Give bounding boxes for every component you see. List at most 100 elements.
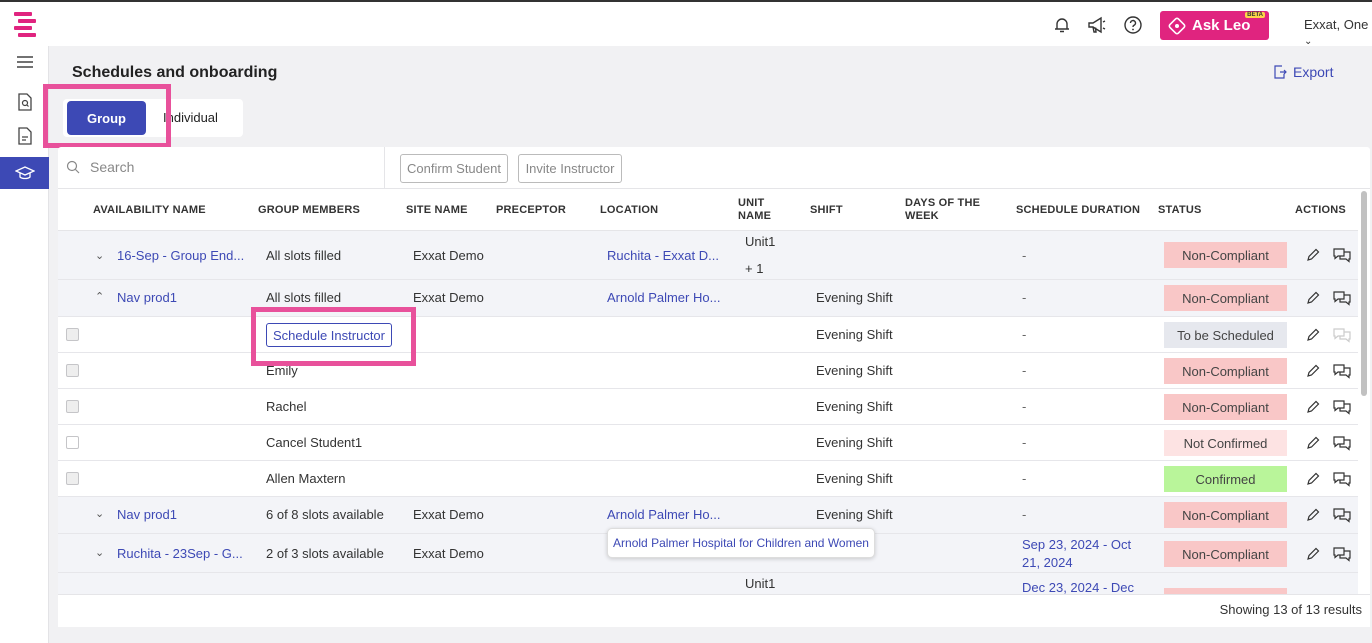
unit-name: Unit1 xyxy=(745,234,776,249)
table-row[interactable]: ⌄ 16-Sep - Group End... All slots filled… xyxy=(58,231,1358,280)
comments-icon[interactable] xyxy=(1333,434,1351,452)
edit-icon[interactable] xyxy=(1304,470,1322,488)
table-row[interactable]: Rachel Evening Shift - Non-Compliant xyxy=(58,389,1358,425)
schedule-duration: - xyxy=(1022,363,1027,378)
status-badge: Non-Compliant xyxy=(1164,242,1287,268)
table-footer: Showing 13 of 13 results xyxy=(58,594,1370,627)
edit-icon[interactable] xyxy=(1304,398,1322,416)
shift: Evening Shift xyxy=(816,327,893,342)
schedule-duration: - xyxy=(1022,435,1027,450)
shift: Evening Shift xyxy=(816,471,893,486)
col-preceptor[interactable]: PRECEPTOR xyxy=(496,204,566,217)
col-site-name[interactable]: SITE NAME xyxy=(406,204,468,217)
sidebar xyxy=(0,46,49,643)
megaphone-icon[interactable] xyxy=(1087,15,1107,35)
confirm-student-button[interactable]: Confirm Student xyxy=(400,154,508,183)
table-row[interactable]: Unit1 Dec 23, 2024 - Dec xyxy=(58,573,1358,594)
highlight-box-schedule-instructor xyxy=(251,307,416,366)
search-input[interactable]: Search xyxy=(66,159,134,175)
status-badge: Non-Compliant xyxy=(1164,285,1287,311)
chevron-down-icon[interactable]: ⌄ xyxy=(95,507,104,520)
comments-icon[interactable] xyxy=(1333,545,1351,563)
chevron-down-icon[interactable]: ⌄ xyxy=(95,546,104,559)
comments-icon[interactable] xyxy=(1333,246,1351,264)
edit-icon[interactable] xyxy=(1304,289,1322,307)
edit-icon[interactable] xyxy=(1304,545,1322,563)
status-badge: Non-Compliant xyxy=(1164,394,1287,420)
col-availability-name[interactable]: AVAILABILITY NAME xyxy=(93,204,206,217)
table-scrollbar[interactable] xyxy=(1361,191,1367,396)
col-shift[interactable]: SHIFT xyxy=(810,204,843,217)
ask-leo-label: Ask Leo xyxy=(1192,17,1251,34)
comments-icon[interactable] xyxy=(1333,398,1351,416)
shift: Evening Shift xyxy=(816,399,893,414)
comments-icon[interactable] xyxy=(1333,362,1351,380)
col-unit-name[interactable]: UNIT NAME xyxy=(738,197,771,223)
row-checkbox[interactable] xyxy=(66,328,79,341)
site-name: Exxat Demo xyxy=(413,546,484,561)
edit-icon[interactable] xyxy=(1304,506,1322,524)
document-search-icon[interactable] xyxy=(0,86,49,118)
help-icon[interactable] xyxy=(1123,15,1143,35)
table-row[interactable]: Allen Maxtern Evening Shift - Confirmed xyxy=(58,461,1358,497)
edit-icon[interactable] xyxy=(1304,246,1322,264)
edit-icon[interactable] xyxy=(1304,362,1322,380)
group-members: 2 of 3 slots available xyxy=(266,546,384,561)
exxat-logo[interactable] xyxy=(10,10,40,40)
col-days-line1: DAYS OF THE xyxy=(905,197,981,209)
shift: Evening Shift xyxy=(816,435,893,450)
site-name: Exxat Demo xyxy=(413,248,484,263)
group-members: 6 of 8 slots available xyxy=(266,507,384,522)
schedule-duration: - xyxy=(1022,290,1027,305)
results-count: Showing 13 of 13 results xyxy=(1219,602,1362,617)
invite-instructor-button[interactable]: Invite Instructor xyxy=(518,154,622,183)
unit-more[interactable]: + 1 xyxy=(745,261,763,276)
col-location[interactable]: LOCATION xyxy=(600,204,658,217)
document-icon[interactable] xyxy=(0,120,49,152)
user-menu[interactable]: Exxat, One ⌄ xyxy=(1304,17,1372,47)
availability-name-link[interactable]: Nav prod1 xyxy=(117,290,177,305)
row-checkbox[interactable] xyxy=(66,400,79,413)
chevron-down-icon[interactable]: ⌄ xyxy=(95,249,104,262)
ask-leo-button[interactable]: Ask Leo BETA xyxy=(1160,11,1269,40)
row-checkbox[interactable] xyxy=(66,436,79,449)
group-members: All slots filled xyxy=(266,290,342,305)
shift: Evening Shift xyxy=(816,507,893,522)
status-badge: Non-Compliant xyxy=(1164,541,1287,567)
comments-icon[interactable] xyxy=(1333,289,1351,307)
comments-icon[interactable] xyxy=(1333,506,1351,524)
row-checkbox[interactable] xyxy=(66,472,79,485)
location-link[interactable]: Ruchita - Exxat D... xyxy=(607,248,719,263)
graduation-cap-icon[interactable] xyxy=(0,157,49,189)
location-link[interactable]: Arnold Palmer Ho... xyxy=(607,290,720,305)
chevron-up-icon[interactable]: ⌃ xyxy=(95,290,104,303)
comments-icon[interactable] xyxy=(1333,470,1351,488)
site-name: Exxat Demo xyxy=(413,507,484,522)
table-header: AVAILABILITY NAME GROUP MEMBERS SITE NAM… xyxy=(58,189,1358,231)
schedule-duration: - xyxy=(1022,471,1027,486)
col-status[interactable]: STATUS xyxy=(1158,204,1202,217)
export-button[interactable]: Export xyxy=(1273,64,1333,80)
schedule-duration-line1: Sep 23, 2024 - Oct xyxy=(1022,537,1132,552)
col-schedule-duration[interactable]: SCHEDULE DURATION xyxy=(1016,204,1140,217)
col-group-members[interactable]: GROUP MEMBERS xyxy=(258,204,360,217)
location-link[interactable]: Arnold Palmer Ho... xyxy=(607,507,720,522)
menu-icon[interactable] xyxy=(0,46,49,78)
page-title: Schedules and onboarding xyxy=(72,64,278,81)
status-badge: Confirmed xyxy=(1164,466,1287,492)
search-placeholder: Search xyxy=(90,159,135,175)
col-actions: ACTIONS xyxy=(1295,204,1346,216)
availability-name-link[interactable]: 16-Sep - Group End... xyxy=(117,248,244,263)
status-badge: Non-Compliant xyxy=(1164,502,1287,528)
schedule-duration-line2: 21, 2024 xyxy=(1022,555,1073,570)
group-member-name: Cancel Student1 xyxy=(266,435,363,450)
edit-icon[interactable] xyxy=(1304,434,1322,452)
bell-icon[interactable] xyxy=(1052,15,1072,35)
edit-icon[interactable] xyxy=(1304,326,1322,344)
col-days-of-week[interactable]: DAYS OF THE WEEK xyxy=(905,197,980,223)
individual-tab[interactable]: Individual xyxy=(163,110,218,125)
table-row[interactable]: Cancel Student1 Evening Shift - Not Conf… xyxy=(58,425,1358,461)
row-checkbox[interactable] xyxy=(66,364,79,377)
availability-name-link[interactable]: Ruchita - 23Sep - G... xyxy=(117,546,243,561)
availability-name-link[interactable]: Nav prod1 xyxy=(117,507,177,522)
